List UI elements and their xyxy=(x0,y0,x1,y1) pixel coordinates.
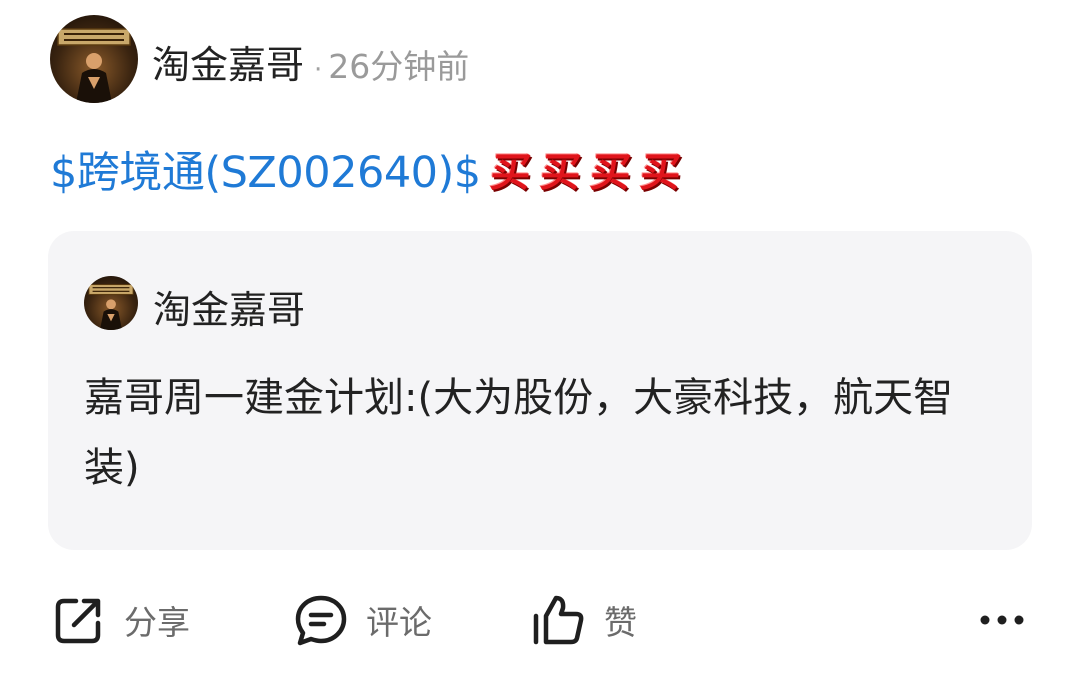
post-time: 26分钟前 xyxy=(328,47,470,86)
post-header: 淘金嘉哥 · 26分钟前 xyxy=(152,34,469,89)
share-button[interactable]: 分享 xyxy=(52,585,190,655)
comment-icon xyxy=(295,595,347,646)
separator-dot: · xyxy=(314,55,323,85)
avatar-image xyxy=(88,284,134,330)
buy-stickers: 买 买 买 买 xyxy=(487,140,683,198)
buy-sticker: 买 xyxy=(537,150,583,196)
buy-sticker: 买 xyxy=(637,150,683,196)
comment-button[interactable]: 评论 xyxy=(294,585,432,655)
quote-author-avatar[interactable] xyxy=(84,276,138,330)
avatar-image xyxy=(57,28,131,103)
author-name[interactable]: 淘金嘉哥 xyxy=(152,34,304,89)
thumbs-up-icon xyxy=(533,595,584,645)
buy-sticker: 买 xyxy=(587,150,633,196)
quoted-post-card[interactable]: 淘金嘉哥 嘉哥周一建金计划:(大为股份，大豪科技，航天智装) xyxy=(48,231,1032,550)
comment-label: 评论 xyxy=(366,603,432,642)
like-button[interactable]: 赞 xyxy=(530,585,637,655)
buy-sticker: 买 xyxy=(487,150,533,196)
quote-text: 嘉哥周一建金计划:(大为股份，大豪科技，航天智装) xyxy=(84,375,954,491)
like-label: 赞 xyxy=(604,603,637,642)
more-icon xyxy=(980,615,1024,625)
author-avatar[interactable] xyxy=(50,15,138,103)
post-content: $跨境通(SZ002640)$ 买 买 买 买 xyxy=(50,138,683,200)
quote-author-name[interactable]: 淘金嘉哥 xyxy=(153,279,305,334)
share-icon xyxy=(55,598,101,644)
action-bar: 分享 评论 赞 xyxy=(0,585,1080,655)
more-button[interactable] xyxy=(975,593,1029,647)
share-label: 分享 xyxy=(124,603,190,642)
stock-link[interactable]: $跨境通(SZ002640)$ xyxy=(50,138,481,200)
